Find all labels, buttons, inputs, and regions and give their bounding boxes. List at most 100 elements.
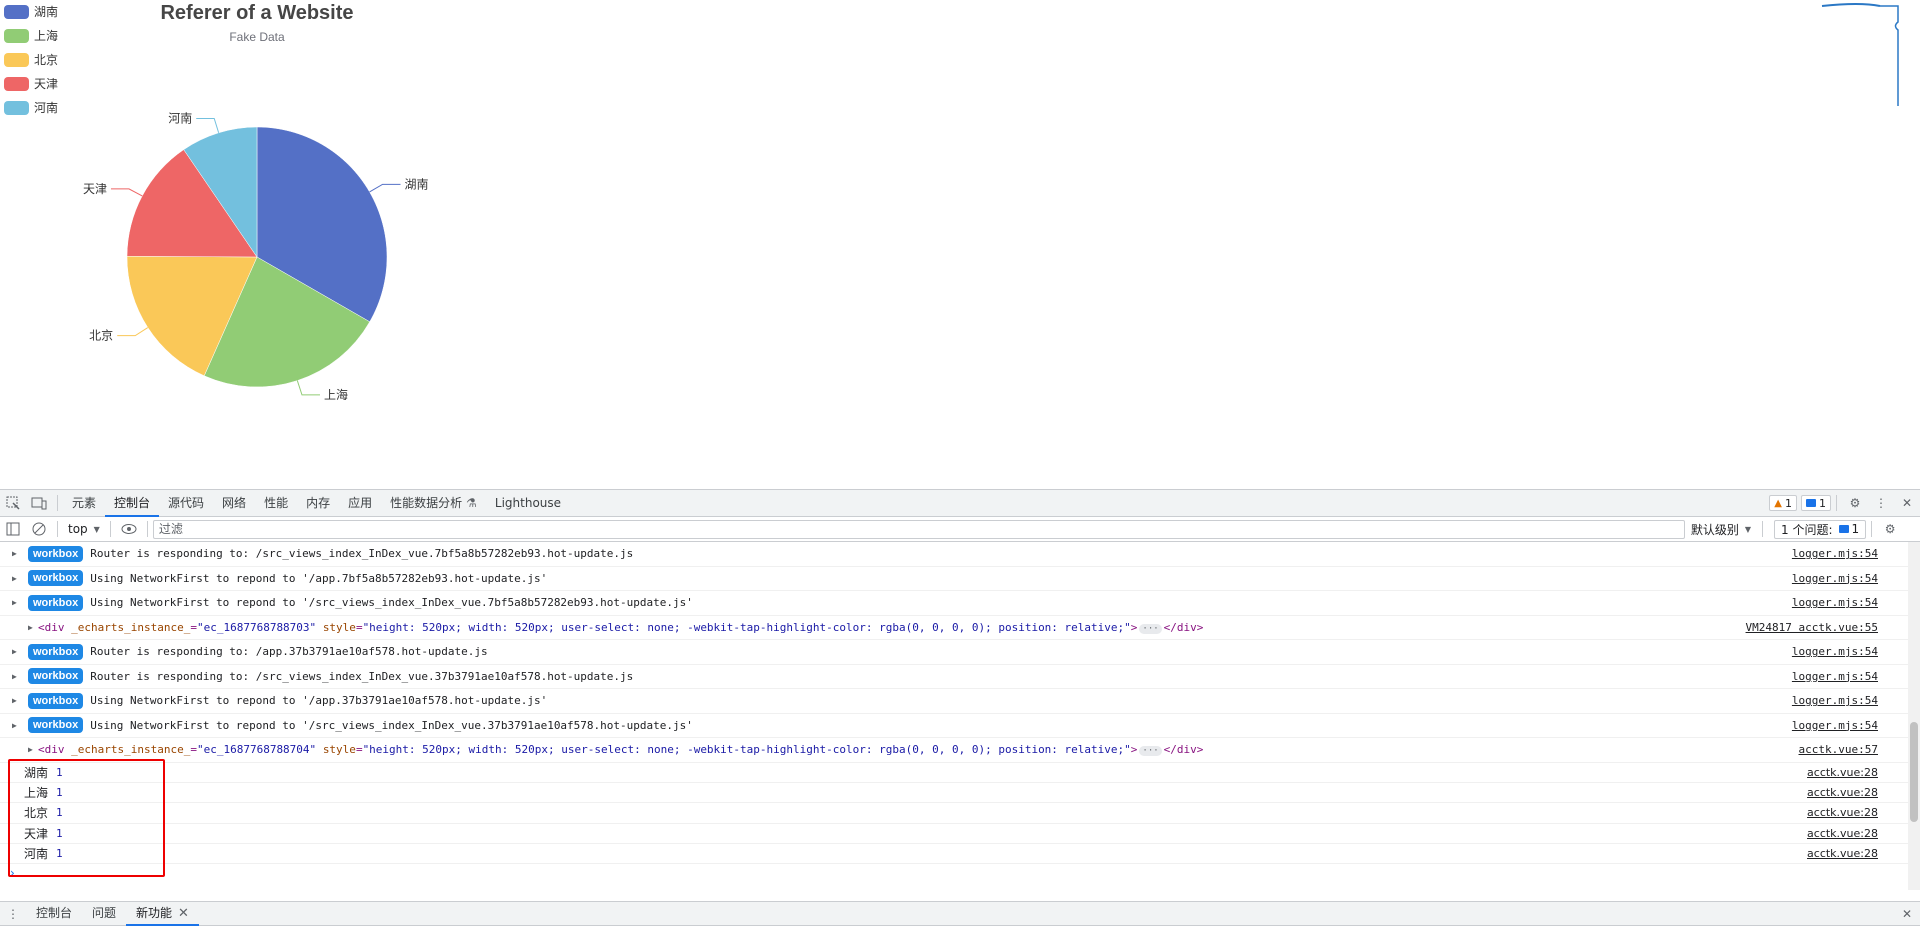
- log-source-link[interactable]: logger.mjs:54: [1792, 694, 1878, 707]
- console-log-row[interactable]: ▶ <div _echarts_instance_="ec_16877687887…: [0, 738, 1908, 763]
- legend-swatch[interactable]: [4, 101, 29, 115]
- expand-triangle-icon[interactable]: ▶: [28, 623, 38, 632]
- drawer-tab-0[interactable]: 控制台: [26, 901, 82, 926]
- expand-triangle-icon[interactable]: ▶: [12, 574, 26, 583]
- log-source-link[interactable]: acctk.vue:28: [1807, 847, 1878, 860]
- console-filter-input[interactable]: [152, 519, 1685, 539]
- issues-button[interactable]: 1 个问题: 1: [1774, 519, 1867, 539]
- console-log-row[interactable]: ▶ workbox Router is responding to: /app.37…: [0, 640, 1908, 665]
- chart-title: Referer of a Website: [160, 2, 353, 24]
- tab-label: 性能: [264, 495, 289, 510]
- warnings-counter[interactable]: ▲ 1: [1769, 495, 1797, 511]
- expand-triangle-icon[interactable]: ▶: [12, 696, 26, 705]
- log-source-link[interactable]: logger.mjs:54: [1792, 645, 1878, 658]
- close-drawer-icon[interactable]: ✕: [1894, 901, 1920, 927]
- clear-console-icon[interactable]: [26, 516, 52, 542]
- legend-swatch[interactable]: [4, 53, 29, 67]
- drawer-tab-2[interactable]: 新功能 ✕: [126, 901, 199, 926]
- log-source-link[interactable]: logger.mjs:54: [1792, 596, 1878, 609]
- context-selector[interactable]: top ▼: [63, 519, 105, 539]
- legend-label[interactable]: 天津: [34, 77, 58, 91]
- tab-3[interactable]: 网络: [213, 490, 255, 517]
- tab-7[interactable]: 性能数据分析 ⚗: [381, 490, 486, 517]
- expand-triangle-icon[interactable]: ▶: [12, 721, 26, 730]
- log-message: Router is responding to: /app.37b3791ae1…: [90, 645, 488, 659]
- log-source-link[interactable]: acctk.vue:28: [1807, 806, 1878, 819]
- log-source-link[interactable]: logger.mjs:54: [1792, 572, 1878, 585]
- log-levels-dropdown[interactable]: 默认级别 ▼: [1685, 521, 1757, 538]
- log-source-link[interactable]: logger.mjs:54: [1792, 547, 1878, 560]
- message-icon: [1838, 525, 1849, 533]
- console-log-row[interactable]: ▶ workbox Router is responding to: /src_vi…: [0, 542, 1908, 567]
- tab-0[interactable]: 元素: [63, 490, 105, 517]
- tab-8[interactable]: Lighthouse: [486, 490, 570, 517]
- device-toolbar-icon[interactable]: [26, 490, 52, 516]
- console-log-row[interactable]: ▶ <div _echarts_instance_="ec_16877687887…: [0, 616, 1908, 640]
- live-expression-eye-icon[interactable]: [116, 516, 142, 542]
- label-leader-line: [296, 380, 320, 396]
- expand-triangle-icon[interactable]: ▶: [28, 745, 38, 754]
- scrollbar-thumb[interactable]: [1910, 722, 1918, 822]
- tab-label: 网络: [222, 495, 247, 510]
- code-token: _echarts_instance_: [71, 743, 191, 757]
- code-token: "height: 520px; width: 520px; user-selec…: [362, 743, 1131, 757]
- expand-triangle-icon[interactable]: ▶: [12, 598, 26, 607]
- tab-1[interactable]: 控制台: [105, 490, 160, 517]
- chevron-down-icon: ▼: [93, 524, 100, 534]
- log-source-link[interactable]: acctk.vue:28: [1807, 766, 1878, 779]
- tab-5[interactable]: 内存: [297, 490, 339, 517]
- log-source-link[interactable]: acctk.vue:57: [1799, 743, 1878, 756]
- expand-triangle-icon[interactable]: ▶: [12, 647, 26, 656]
- console-log-row[interactable]: ▶ workbox Using NetworkFirst to repond to …: [0, 714, 1908, 738]
- tab-label: 源代码: [168, 495, 205, 510]
- messages-counter[interactable]: 1: [1801, 495, 1831, 511]
- expand-triangle-icon[interactable]: ▶: [12, 672, 26, 681]
- workbox-badge: workbox: [28, 594, 84, 611]
- tab-2[interactable]: 源代码: [159, 490, 213, 517]
- legend-swatch[interactable]: [4, 77, 29, 91]
- tab-label: 内存: [306, 495, 331, 510]
- console-log-row[interactable]: ▶ workbox Router is responding to: /src_vi…: [0, 665, 1908, 689]
- log-source-link[interactable]: acctk.vue:28: [1807, 827, 1878, 840]
- console-log-row[interactable]: ▶ workbox Using NetworkFirst to repond to …: [0, 591, 1908, 616]
- levels-label: 默认级别: [1690, 522, 1739, 537]
- expand-ellipsis-icon[interactable]: ···: [1139, 623, 1162, 634]
- log-source-link[interactable]: logger.mjs:54: [1792, 670, 1878, 683]
- console-filterbar: top ▼ 默认级别 ▼ 1 个问题: 1 ⚙: [0, 517, 1920, 542]
- label-leader-line: [196, 117, 220, 133]
- drawer-menu-icon[interactable]: ⋮: [0, 901, 26, 927]
- legend-swatch[interactable]: [4, 5, 29, 19]
- close-devtools-icon[interactable]: ✕: [1894, 490, 1920, 516]
- log-source-link[interactable]: acctk.vue:28: [1807, 786, 1878, 799]
- value-key: 北京: [24, 806, 49, 821]
- drawer-tabbar: ⋮ 控制台 问题 新功能 ✕ ✕: [0, 901, 1920, 926]
- log-source-link[interactable]: logger.mjs:54: [1792, 719, 1878, 732]
- console-scrollbar[interactable]: [1908, 542, 1920, 890]
- dom-element-preview[interactable]: <div _echarts_instance_="ec_168776878870…: [38, 621, 1203, 634]
- console-value-row: 河南 1 acctk.vue:28: [0, 844, 1908, 865]
- more-options-icon[interactable]: ⋮: [1868, 490, 1894, 516]
- legend-label[interactable]: 上海: [34, 28, 58, 43]
- expand-ellipsis-icon[interactable]: ···: [1139, 746, 1162, 757]
- console-log-row[interactable]: ▶ workbox Using NetworkFirst to repond to …: [0, 567, 1908, 591]
- settings-gear-icon[interactable]: ⚙: [1842, 490, 1868, 516]
- tab-4[interactable]: 性能: [255, 490, 297, 517]
- slice-label: 北京: [89, 329, 113, 343]
- sidebar-toggle-icon[interactable]: [0, 516, 26, 542]
- dom-element-preview[interactable]: <div _echarts_instance_="ec_168776878870…: [38, 743, 1203, 757]
- log-source-link[interactable]: VM24817 acctk.vue:55: [1746, 621, 1878, 634]
- legend-label[interactable]: 北京: [34, 53, 58, 67]
- console-settings-gear-icon[interactable]: ⚙: [1877, 516, 1903, 542]
- workbox-badge: workbox: [28, 692, 84, 709]
- legend-label[interactable]: 河南: [34, 100, 58, 115]
- legend-swatch[interactable]: [4, 29, 29, 43]
- code-token: =: [355, 620, 363, 634]
- drawer-tab-1[interactable]: 问题: [82, 901, 126, 926]
- legend-label[interactable]: 湖南: [34, 4, 58, 19]
- expand-triangle-icon[interactable]: ▶: [12, 549, 26, 558]
- console-prompt[interactable]: ›: [0, 864, 1908, 882]
- close-tab-icon[interactable]: ✕: [178, 906, 189, 921]
- tab-6[interactable]: 应用: [339, 490, 381, 517]
- console-log-row[interactable]: ▶ workbox Using NetworkFirst to repond to …: [0, 689, 1908, 714]
- inspect-element-icon[interactable]: [0, 490, 26, 516]
